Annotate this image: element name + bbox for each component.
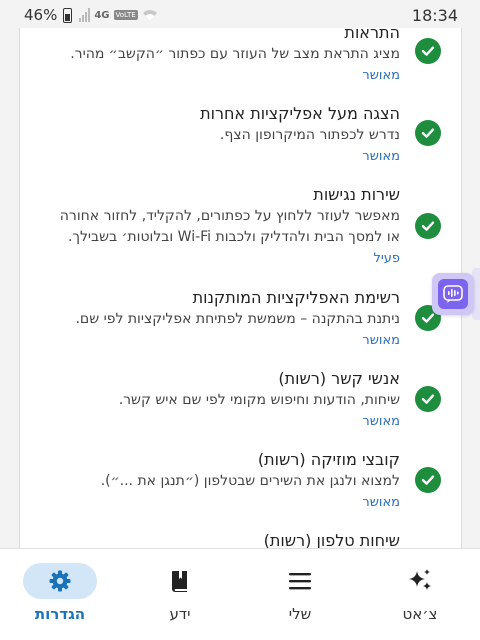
permission-description: מציג התראת מצב של העוזר עם כפתור ״הקשב״ … [70,46,400,62]
permission-accessibility[interactable]: שירות נגישות מאפשר לעוזר ללחוץ על כפתורי… [20,182,461,282]
permission-phone-calls[interactable]: שיחות טלפון (רשות) [20,528,461,548]
nav-mine-pill [263,563,337,599]
permission-status: מאושר [362,495,400,510]
voice-waveform-icon [438,279,468,309]
sparkle-icon [409,569,431,590]
wifi-icon [142,9,157,21]
nav-label: שלי [288,605,312,623]
nav-chat[interactable]: צ׳אט [360,549,480,640]
permission-music-files[interactable]: קובצי מוזיקה (רשות) למצוא ולנגן את השירי… [20,447,461,525]
permission-description: נדרש לכפתור המיקרופון הצף. [219,127,400,143]
check-circle-icon [415,467,441,493]
battery-icon [63,7,73,23]
permission-description: ניתנת בהתקנה – משמשת לפתיחת אפליקציות לפ… [75,311,400,327]
menu-icon [289,573,311,590]
check-circle-icon [415,213,441,239]
volte-badge: VoLTE [113,10,138,20]
nav-label: צ׳אט [402,605,438,623]
permission-title: שירות נגישות [313,185,400,204]
permission-description: שיחות, הודעות וחיפוש מקומי לפי שם איש קש… [118,392,400,408]
permission-status: מאושר [362,414,400,429]
battery-percentage: 46% [24,6,58,24]
nav-knowledge[interactable]: ידע [120,549,240,640]
permission-status: מאושר [362,333,400,348]
permission-notifications[interactable]: התראות מציג התראת מצב של העוזר עם כפתור … [20,28,461,96]
permission-status: מאושר [362,149,400,164]
check-circle-icon [415,386,441,412]
permission-title: התראות [344,28,400,42]
permission-description: מאפשר לעוזר ללחוץ על כפתורים, להקליד, לח… [59,208,400,245]
permission-status: מאושר [362,68,400,83]
permissions-panel[interactable]: התראות מציג התראת מצב של העוזר עם כפתור … [19,28,462,548]
network-type: 4G [94,9,110,21]
permission-title: הצגה מעל אפליקציות אחרות [200,104,400,123]
signal-icon [79,8,91,22]
clock: 18:34 [411,6,458,25]
permission-contacts[interactable]: אנשי קשר (רשות) שיחות, הודעות וחיפוש מקו… [20,366,461,444]
permission-overlay[interactable]: הצגה מעל אפליקציות אחרות נדרש לכפתור המי… [20,101,461,179]
nav-chat-pill [383,563,457,599]
check-circle-icon [415,38,441,64]
check-circle-icon [415,120,441,146]
status-bar: 46% 4G VoLTE 18:34 [0,0,480,28]
nav-settings[interactable]: הגדרות [0,549,120,640]
permission-status: פעיל [373,251,400,266]
nav-label: הגדרות [34,605,86,623]
permission-installed-apps[interactable]: רשימת האפליקציות המותקנות ניתנת בהתקנה –… [20,285,461,363]
bottom-navigation: הגדרות ידע שלי צ׳אט [0,548,480,640]
permission-description: למצוא ולנגן את השירים שבטלפון (״תנגן את … [100,473,400,489]
nav-knowledge-pill [143,563,217,599]
nav-settings-pill [23,563,97,599]
floating-mic-button[interactable] [432,273,474,315]
permission-title: אנשי קשר (רשות) [278,369,400,388]
book-icon [172,571,187,592]
gear-icon [49,570,71,592]
nav-mine[interactable]: שלי [240,549,360,640]
nav-label: ידע [169,605,191,623]
permission-title: רשימת האפליקציות המותקנות [192,288,400,307]
permission-title: שיחות טלפון (רשות) [263,531,400,548]
permission-title: קובצי מוזיקה (רשות) [257,450,400,469]
status-indicators: 46% 4G VoLTE [24,6,158,24]
